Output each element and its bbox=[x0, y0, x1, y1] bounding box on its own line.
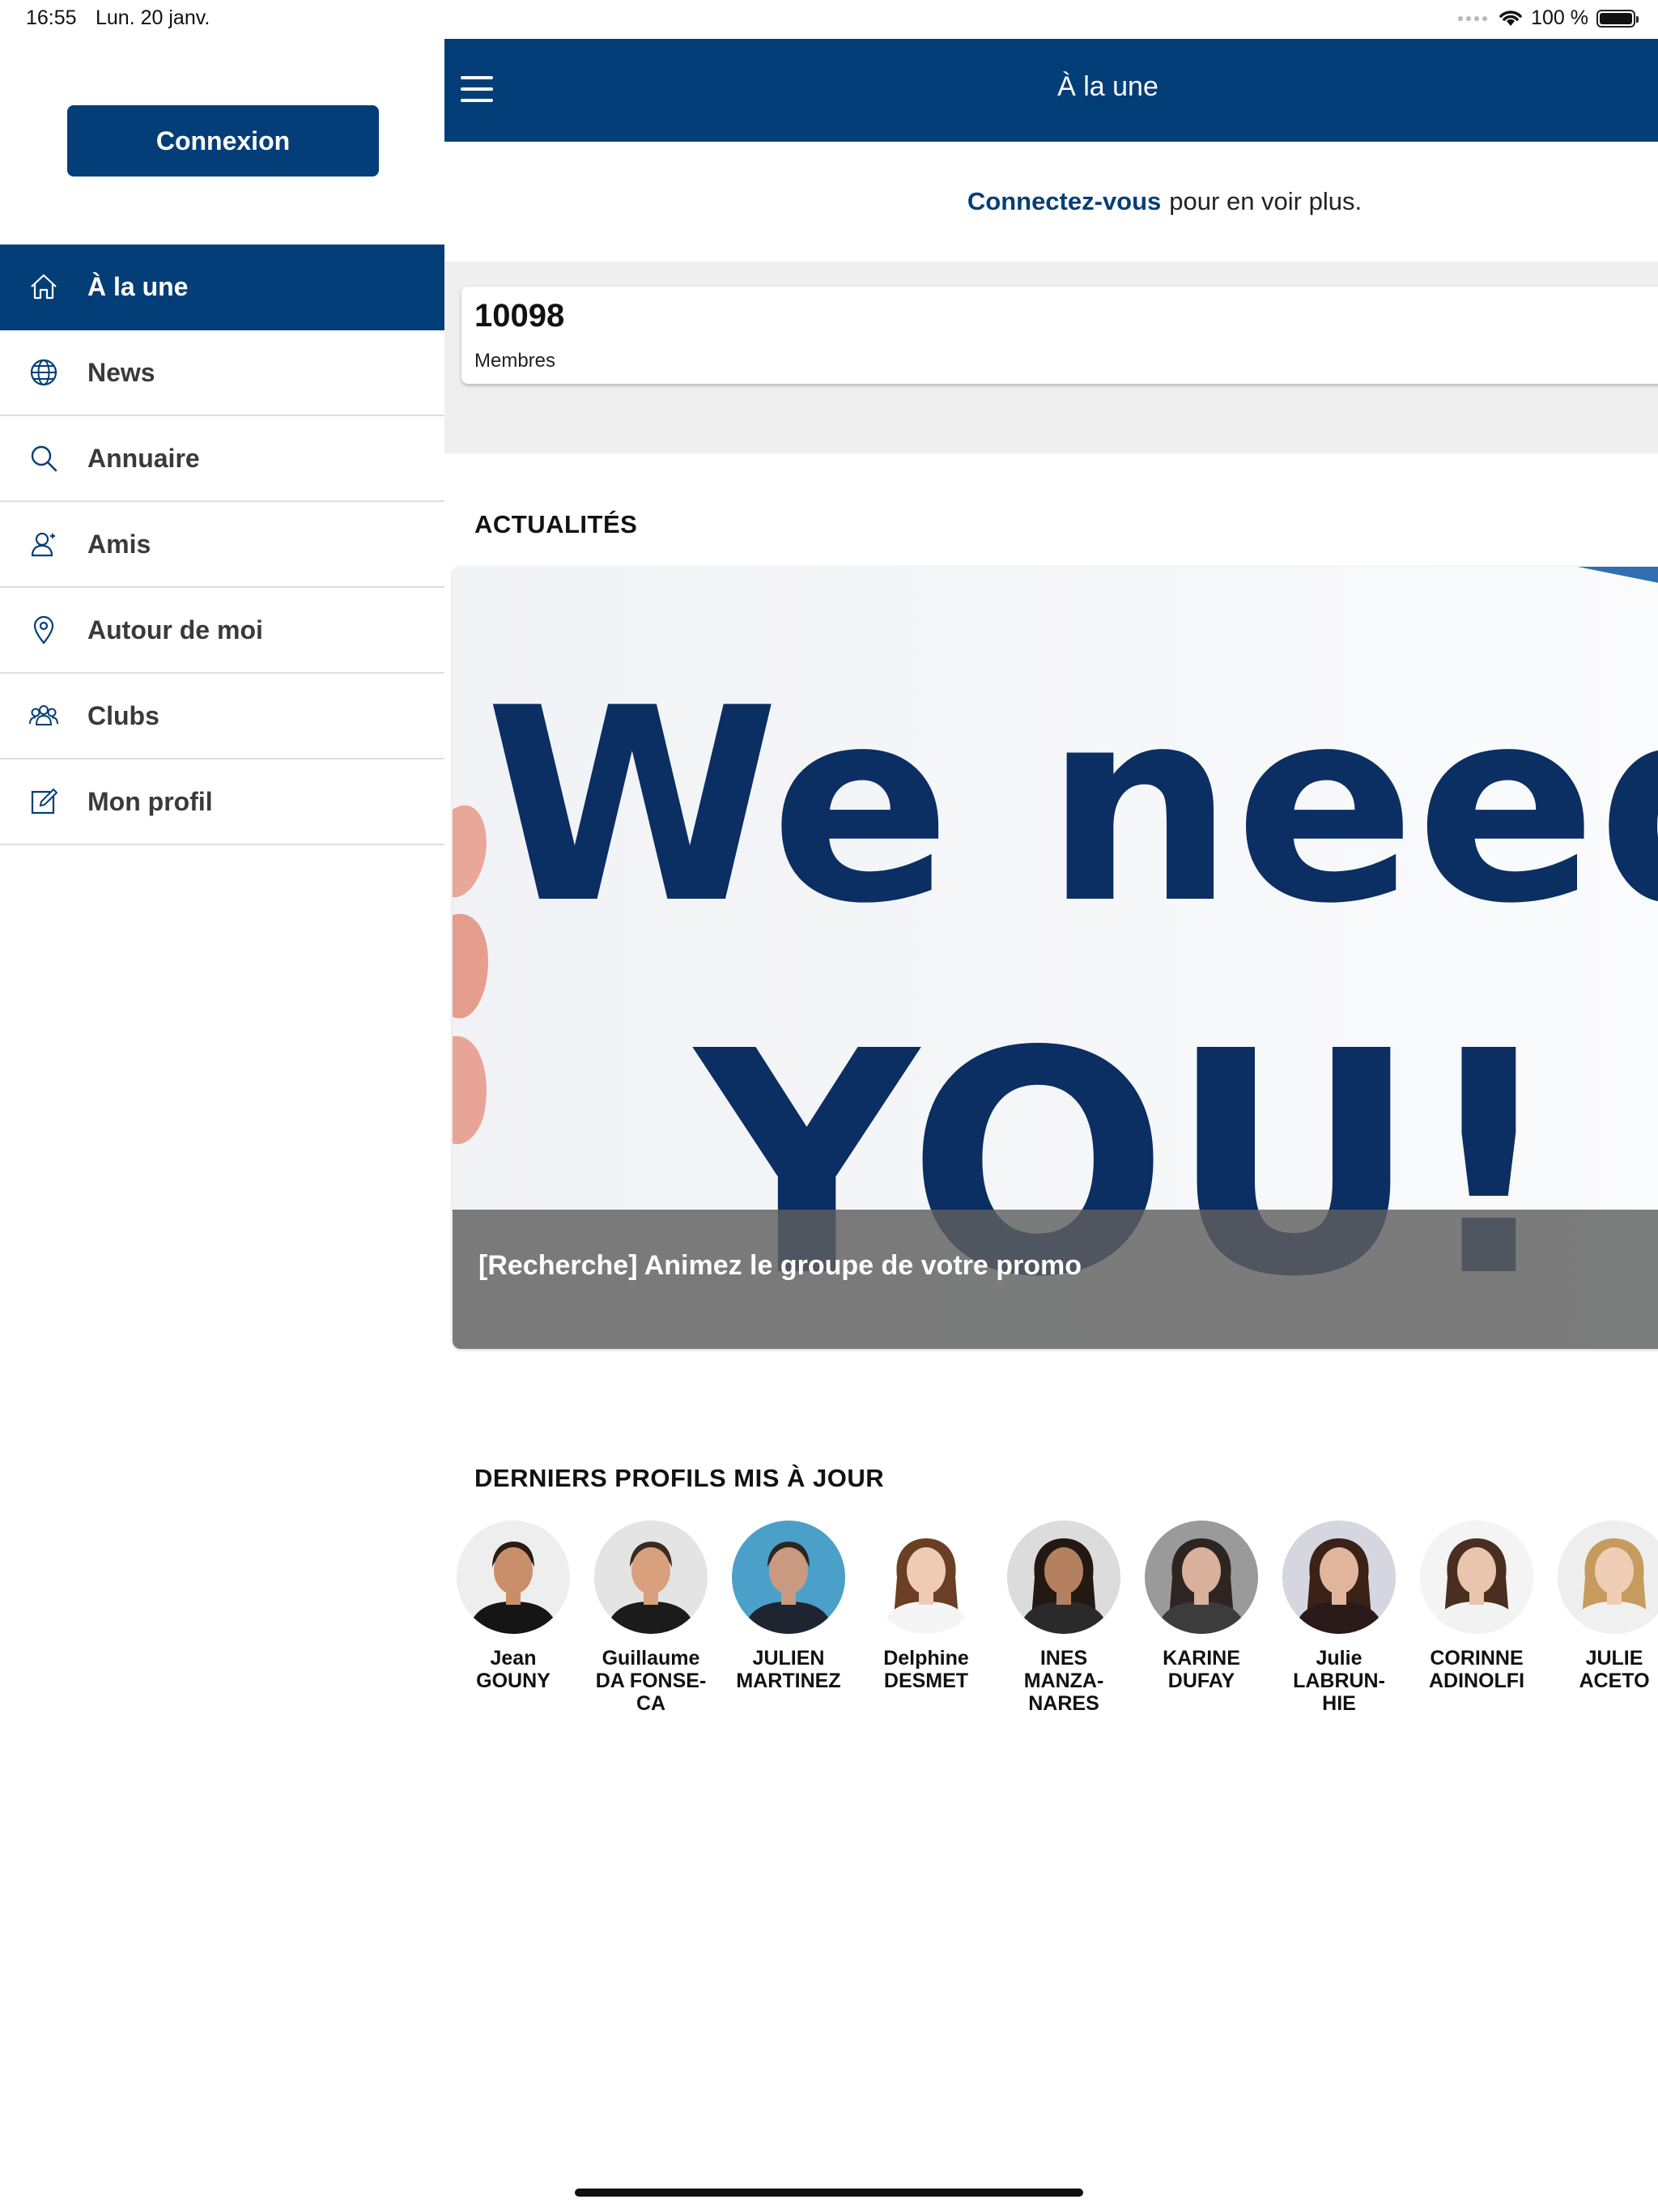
sidebar-menu: À la une News Annuaire Amis Autour de mo… bbox=[0, 245, 444, 845]
profile-item[interactable]: Julie LABRUN- HIE bbox=[1270, 1521, 1408, 1715]
profile-item[interactable]: KARINE DUFAY bbox=[1133, 1521, 1270, 1692]
profile-name: JULIE ACETO bbox=[1579, 1647, 1650, 1692]
profile-item[interactable]: JULIE ACETO bbox=[1545, 1521, 1658, 1692]
search-icon bbox=[0, 442, 87, 474]
profile-name: Julie LABRUN- HIE bbox=[1293, 1647, 1385, 1715]
profile-name: Guillaume DA FONSE- CA bbox=[595, 1647, 707, 1715]
members-stat-card[interactable]: 10098 Membres bbox=[461, 287, 1658, 384]
sidebar-item-label: À la une bbox=[87, 271, 189, 301]
news-section-title: ACTUALITÉS bbox=[474, 510, 638, 538]
sidebar-item-label: Mon profil bbox=[87, 786, 213, 816]
home-icon bbox=[0, 270, 87, 303]
top-bar: À la une bbox=[444, 39, 1658, 142]
sidebar-item-label: News bbox=[87, 357, 155, 387]
status-time: 16:55 bbox=[26, 6, 77, 29]
sidebar-item-label: Annuaire bbox=[87, 443, 200, 473]
avatar bbox=[594, 1521, 708, 1634]
battery-percent: 100 % bbox=[1531, 6, 1588, 29]
login-button[interactable]: Connexion bbox=[67, 105, 379, 177]
profiles-section-title: DERNIERS PROFILS MIS À JOUR bbox=[474, 1464, 885, 1492]
location-pin-icon bbox=[0, 614, 87, 646]
avatar bbox=[1007, 1521, 1120, 1634]
group-icon bbox=[0, 700, 87, 732]
main-content: À la une Connectez-vous pour en voir plu… bbox=[444, 39, 1658, 2176]
friend-icon bbox=[0, 528, 87, 560]
avatar bbox=[457, 1521, 570, 1634]
profiles-carousel: Jean GOUNY Guillaume DA FONSE- CA JULIEN… bbox=[444, 1521, 1658, 1731]
page-title: À la une bbox=[1057, 71, 1158, 102]
sidebar-item-news[interactable]: News bbox=[0, 330, 444, 416]
home-indicator[interactable] bbox=[575, 2189, 1083, 2197]
sidebar-item-a-la-une[interactable]: À la une bbox=[0, 245, 444, 330]
connect-link[interactable]: Connectez-vous bbox=[967, 187, 1161, 216]
menu-icon[interactable] bbox=[461, 71, 501, 108]
members-label: Membres bbox=[474, 350, 556, 372]
profile-item[interactable]: Jean GOUNY bbox=[444, 1521, 582, 1692]
avatar bbox=[869, 1521, 983, 1634]
sidebar-item-clubs[interactable]: Clubs bbox=[0, 674, 444, 759]
profile-item[interactable]: INES MANZA- NARES bbox=[995, 1521, 1133, 1715]
profile-name: KARINE DUFAY bbox=[1163, 1647, 1240, 1692]
avatar bbox=[1420, 1521, 1533, 1634]
profile-item[interactable]: CORINNE ADINOLFI bbox=[1408, 1521, 1545, 1692]
profile-item[interactable]: JULIEN MARTINEZ bbox=[720, 1521, 857, 1692]
profile-name: INES MANZA- NARES bbox=[1023, 1647, 1104, 1715]
sidebar-item-mon-profil[interactable]: Mon profil bbox=[0, 759, 444, 845]
profile-name: CORINNE ADINOLFI bbox=[1428, 1647, 1525, 1692]
edit-icon bbox=[0, 785, 87, 818]
status-date: Lun. 20 janv. bbox=[96, 6, 210, 29]
profile-name: Jean GOUNY bbox=[476, 1647, 551, 1692]
status-right: 100 % bbox=[1458, 6, 1639, 30]
connect-text: pour en voir plus. bbox=[1169, 187, 1363, 215]
avatar bbox=[732, 1521, 845, 1634]
sidebar-item-label: Autour de moi bbox=[87, 615, 263, 644]
news-image-text-line1: We need bbox=[485, 651, 1658, 962]
connect-prompt: Connectez-vous pour en voir plus. bbox=[444, 142, 1658, 262]
sidebar: Connexion À la une News Annuaire Amis Au… bbox=[0, 39, 446, 2176]
wifi-icon bbox=[1499, 10, 1522, 26]
news-card[interactable]: We need YOU! [Recherche] Animez le group… bbox=[453, 567, 1658, 1349]
sidebar-item-annuaire[interactable]: Annuaire bbox=[0, 416, 444, 502]
sidebar-item-amis[interactable]: Amis bbox=[0, 502, 444, 588]
news-caption-overlay: [Recherche] Animez le groupe de votre pr… bbox=[453, 1210, 1658, 1349]
avatar bbox=[1558, 1521, 1658, 1634]
profile-item[interactable]: Guillaume DA FONSE- CA bbox=[582, 1521, 720, 1715]
profile-name: Delphine DESMET bbox=[883, 1647, 969, 1692]
sidebar-item-label: Amis bbox=[87, 529, 151, 559]
avatar bbox=[1282, 1521, 1396, 1634]
sidebar-item-label: Clubs bbox=[87, 700, 159, 730]
profile-name: JULIEN MARTINEZ bbox=[736, 1647, 841, 1692]
status-bar: 16:55 Lun. 20 janv. 100 % bbox=[0, 0, 1658, 39]
avatar bbox=[1145, 1521, 1258, 1634]
battery-icon bbox=[1596, 9, 1639, 28]
profile-item[interactable]: Delphine DESMET bbox=[857, 1521, 995, 1692]
globe-icon bbox=[0, 356, 87, 389]
sidebar-item-autour-de-moi[interactable]: Autour de moi bbox=[0, 588, 444, 674]
signal-icon bbox=[1458, 15, 1488, 21]
members-count: 10098 bbox=[474, 298, 565, 334]
news-caption: [Recherche] Animez le groupe de votre pr… bbox=[478, 1250, 1082, 1281]
